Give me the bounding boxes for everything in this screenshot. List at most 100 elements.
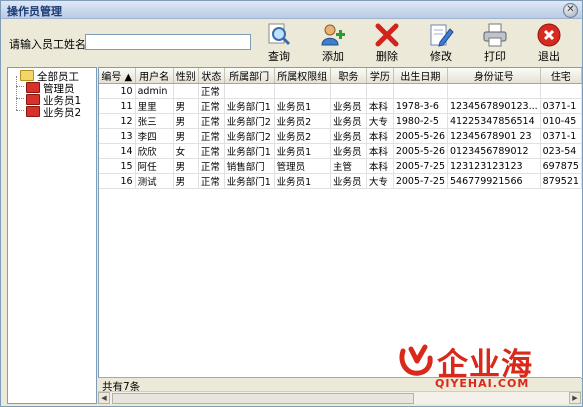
operator-management-window: 操作员管理 ✕ 请输入员工姓名： 查询 添加 删除 修改 打印 退出 全部员工 …: [0, 0, 583, 407]
table-cell: 业务部门2: [224, 113, 275, 129]
table-cell: 41225347856514: [447, 113, 541, 129]
window-title: 操作员管理: [7, 5, 62, 18]
table-header-row: 编号 ▲ 用户名 性别 状态 所属部门 所属权限组 职务 学历 出生日期 身份证…: [99, 68, 582, 84]
table-cell: 11: [99, 98, 136, 114]
column-header[interactable]: 职务: [330, 68, 367, 84]
edit-button-label: 修改: [430, 50, 452, 63]
scroll-thumb[interactable]: [112, 393, 414, 404]
table-cell: 正常: [198, 98, 225, 114]
table-cell: 业务员: [330, 98, 367, 114]
table-cell: 正常: [198, 173, 225, 189]
brand-logo-icon: [399, 344, 433, 376]
column-header[interactable]: 所属权限组: [274, 68, 332, 84]
table-cell: 本科: [366, 143, 394, 159]
table-cell: [447, 83, 541, 99]
exit-icon: [537, 23, 561, 47]
table-cell: 主管: [330, 158, 367, 174]
table-cell: 16: [99, 173, 136, 189]
table-cell: 业务员1: [274, 143, 332, 159]
column-header[interactable]: 状态: [198, 68, 225, 84]
table-row[interactable]: 16 测试 男 正常 业务部门1 业务员1 业务员 大专 2005-7-25 5…: [99, 173, 582, 189]
table-cell: 业务部门1: [224, 98, 275, 114]
search-label: 请输入员工姓名：: [9, 38, 97, 51]
add-button[interactable]: 添加: [313, 23, 353, 63]
table-cell: 业务员: [330, 113, 367, 129]
table-cell: 正常: [198, 128, 225, 144]
table-cell: 546779921566: [447, 173, 541, 189]
tree-item-sales1[interactable]: 业务员1: [26, 93, 81, 107]
table-cell: 业务员: [330, 173, 367, 189]
table-cell: [274, 83, 332, 99]
tree-item-all-employees[interactable]: 全部员工: [20, 69, 79, 83]
table-cell: 123123123123: [447, 158, 541, 174]
table-cell: 0371-1: [540, 128, 582, 144]
search-button[interactable]: 查询: [259, 23, 299, 63]
column-header[interactable]: 所属部门: [224, 68, 275, 84]
table-row[interactable]: 14 欣欣 女 正常 业务部门1 业务员1 业务员 本科 2005-5-26 0…: [99, 143, 582, 159]
table-row[interactable]: 13 李四 男 正常 业务部门2 业务员2 业务员 本科 2005-5-26 1…: [99, 128, 582, 144]
table-cell: 023-54: [540, 143, 582, 159]
edit-button[interactable]: 修改: [421, 23, 461, 63]
column-header[interactable]: 出生日期: [393, 68, 449, 84]
folder-open-icon: [20, 70, 34, 81]
table-cell: 里里: [135, 98, 174, 114]
delete-button[interactable]: 删除: [367, 23, 407, 63]
column-header[interactable]: 用户名: [135, 68, 174, 84]
tree-item-sales2[interactable]: 业务员2: [26, 105, 81, 119]
table-cell: 1234567890123...: [447, 98, 541, 114]
table-cell: 业务员2: [274, 113, 332, 129]
table-cell: 10: [99, 83, 136, 99]
table-cell: 正常: [198, 83, 225, 99]
add-button-label: 添加: [322, 50, 344, 63]
folder-icon: [26, 106, 40, 117]
tree-connector: [16, 86, 24, 87]
scroll-left-icon[interactable]: ◀: [98, 392, 110, 404]
table-cell: 男: [173, 128, 199, 144]
table-cell: 14: [99, 143, 136, 159]
print-button-label: 打印: [484, 50, 506, 63]
table-cell: 男: [173, 98, 199, 114]
search-icon: [268, 23, 291, 46]
table-cell: admin: [135, 83, 174, 99]
table-cell: 正常: [198, 113, 225, 129]
close-icon[interactable]: ✕: [563, 3, 578, 18]
tree-connector: [16, 98, 24, 99]
exit-button[interactable]: 退出: [529, 23, 569, 63]
table-cell: 2005-5-26: [393, 143, 449, 159]
table-cell: 阿任: [135, 158, 174, 174]
table-cell: 本科: [366, 98, 394, 114]
employee-group-tree: 全部员工 管理员 业务员1 业务员2: [7, 67, 97, 404]
table-cell: 大专: [366, 113, 394, 129]
table-cell: [393, 83, 449, 99]
table-cell: 正常: [198, 143, 225, 159]
horizontal-scrollbar[interactable]: ◀ ▶: [98, 391, 581, 404]
table-cell: [366, 83, 394, 99]
employee-table: 编号 ▲ 用户名 性别 状态 所属部门 所属权限组 职务 学历 出生日期 身份证…: [99, 68, 582, 189]
column-header[interactable]: 学历: [366, 68, 394, 84]
table-row[interactable]: 10 admin 正常: [99, 83, 582, 99]
tree-connector: [16, 76, 17, 110]
column-header[interactable]: 住宅: [540, 68, 582, 84]
table-row[interactable]: 12 张三 男 正常 业务部门2 业务员2 业务员 大专 1980-2-5 41…: [99, 113, 582, 129]
column-header[interactable]: 编号 ▲: [99, 68, 136, 84]
table-cell: 12: [99, 113, 136, 129]
table-cell: 销售部门: [224, 158, 275, 174]
employee-grid: 编号 ▲ 用户名 性别 状态 所属部门 所属权限组 职务 学历 出生日期 身份证…: [98, 67, 583, 379]
table-row[interactable]: 15 阿任 男 正常 销售部门 管理员 主管 本科 2005-7-25 1231…: [99, 158, 582, 174]
table-cell: 业务员: [330, 143, 367, 159]
column-header[interactable]: 性别: [173, 68, 199, 84]
table-cell: 男: [173, 113, 199, 129]
table-cell: 2005-5-26: [393, 128, 449, 144]
tree-item-admin[interactable]: 管理员: [26, 81, 75, 95]
table-cell: 业务部门2: [224, 128, 275, 144]
table-cell: [330, 83, 367, 99]
employee-name-input[interactable]: [85, 34, 251, 50]
scroll-right-icon[interactable]: ▶: [569, 392, 581, 404]
table-cell: 2005-7-25: [393, 158, 449, 174]
column-header[interactable]: 身份证号: [447, 68, 541, 84]
table-cell: 业务员1: [274, 98, 332, 114]
table-row[interactable]: 11 里里 男 正常 业务部门1 业务员1 业务员 本科 1978-3-6 12…: [99, 98, 582, 114]
table-cell: 15: [99, 158, 136, 174]
print-button[interactable]: 打印: [475, 23, 515, 63]
table-cell: 0123456789012: [447, 143, 541, 159]
